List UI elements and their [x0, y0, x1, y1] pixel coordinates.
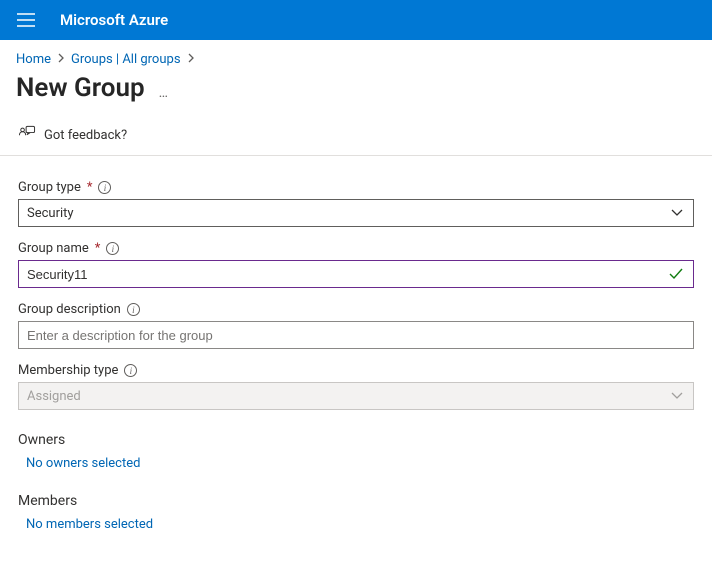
group-description-label: Group description — [18, 302, 121, 317]
info-icon[interactable]: i — [127, 303, 140, 316]
group-name-field: Group name * i — [18, 241, 694, 288]
group-type-label-row: Group type * i — [18, 180, 694, 195]
membership-type-value: Assigned — [27, 389, 669, 404]
info-icon[interactable]: i — [98, 181, 111, 194]
form-content: Group type * i Security Group name * i G… — [0, 156, 712, 544]
group-name-label-row: Group name * i — [18, 241, 694, 256]
portal-header: Microsoft Azure — [0, 0, 712, 40]
chevron-right-icon — [57, 52, 65, 67]
chevron-down-icon — [669, 205, 685, 221]
owners-select-link[interactable]: No owners selected — [18, 456, 694, 471]
required-asterisk: * — [87, 180, 93, 195]
page-title-row: New Group … — [0, 67, 712, 121]
group-description-input-wrap — [18, 321, 694, 349]
membership-type-label-row: Membership type i — [18, 363, 694, 378]
brand-label: Microsoft Azure — [60, 11, 168, 29]
group-name-label: Group name — [18, 241, 89, 256]
info-icon[interactable]: i — [124, 364, 137, 377]
required-asterisk: * — [95, 241, 101, 256]
feedback-icon — [18, 125, 36, 145]
group-type-label: Group type — [18, 180, 81, 195]
membership-type-select: Assigned — [18, 382, 694, 410]
info-icon[interactable]: i — [106, 242, 119, 255]
group-name-input[interactable] — [27, 267, 667, 282]
checkmark-icon — [667, 265, 685, 283]
chevron-down-icon — [669, 388, 685, 404]
hamburger-icon — [17, 13, 35, 27]
membership-type-label: Membership type — [18, 363, 118, 378]
breadcrumb-home-link[interactable]: Home — [16, 52, 51, 67]
breadcrumb: Home Groups | All groups — [0, 40, 712, 67]
feedback-button[interactable]: Got feedback? — [0, 121, 712, 156]
group-description-input[interactable] — [27, 328, 685, 343]
group-description-field: Group description i — [18, 302, 694, 349]
menu-toggle-button[interactable] — [10, 4, 42, 36]
group-description-label-row: Group description i — [18, 302, 694, 317]
more-actions-button[interactable]: … — [159, 85, 169, 101]
membership-type-field: Membership type i Assigned — [18, 363, 694, 410]
group-type-select[interactable]: Security — [18, 199, 694, 227]
group-type-field: Group type * i Security — [18, 180, 694, 227]
owners-header: Owners — [18, 432, 694, 448]
members-select-link[interactable]: No members selected — [18, 517, 694, 532]
group-type-value: Security — [27, 206, 669, 221]
group-name-input-wrap — [18, 260, 694, 288]
feedback-label: Got feedback? — [44, 128, 127, 143]
breadcrumb-groups-link[interactable]: Groups | All groups — [71, 52, 181, 67]
members-header: Members — [18, 493, 694, 509]
chevron-right-icon — [187, 52, 195, 67]
page-title: New Group — [16, 73, 145, 103]
